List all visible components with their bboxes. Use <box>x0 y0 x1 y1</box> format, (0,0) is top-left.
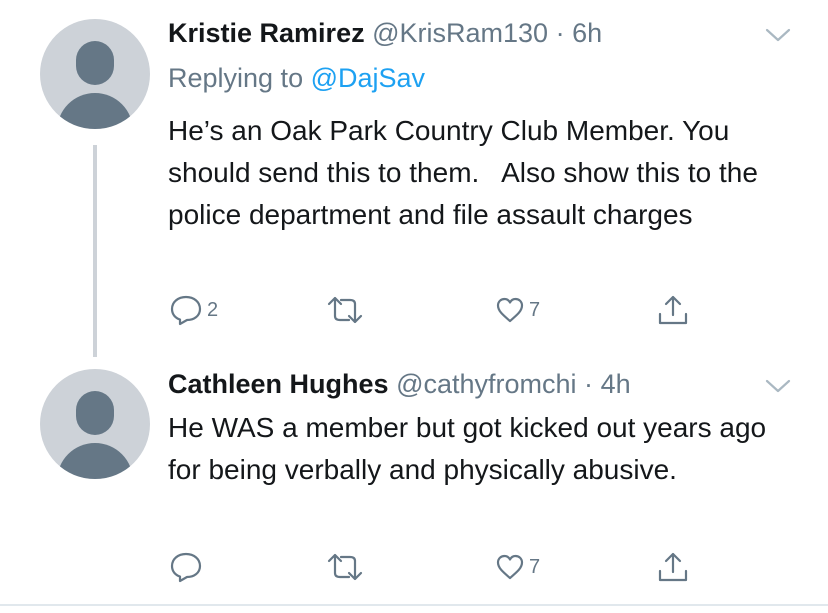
reply-button[interactable] <box>168 547 207 587</box>
retweet-button[interactable] <box>325 290 368 330</box>
heart-icon <box>496 554 524 580</box>
avatar[interactable] <box>40 369 150 479</box>
like-count: 7 <box>529 555 541 578</box>
tweet-header: Kristie Ramirez @KrisRam130 · 6h <box>168 17 602 49</box>
tweet[interactable]: Kristie Ramirez @KrisRam130 · 6h Replyin… <box>0 0 828 357</box>
like-button[interactable]: 7 <box>494 547 540 587</box>
like-count: 7 <box>529 298 541 321</box>
reply-icon <box>170 295 202 326</box>
timestamp[interactable]: 4h <box>601 369 631 399</box>
avatar-head-shape <box>76 391 114 435</box>
replying-to: Replying to @DajSav <box>168 62 425 94</box>
chevron-down-icon[interactable] <box>764 377 792 395</box>
heart-icon <box>496 297 524 323</box>
share-button[interactable] <box>655 290 691 330</box>
reply-icon <box>170 552 202 583</box>
display-name[interactable]: Kristie Ramirez <box>168 18 365 48</box>
share-button[interactable] <box>655 547 691 587</box>
share-icon <box>658 552 688 582</box>
divider <box>0 604 828 606</box>
timestamp[interactable]: 6h <box>572 18 602 48</box>
reply-count: 2 <box>207 298 219 321</box>
user-handle[interactable]: @KrisRam130 <box>372 18 548 48</box>
tweet-header: Cathleen Hughes @cathyfromchi · 4h <box>168 368 631 400</box>
tweet-text: He’s an Oak Park Country Club Member. Yo… <box>168 115 766 230</box>
retweet-icon <box>327 296 363 324</box>
separator: · <box>555 18 565 48</box>
like-button[interactable]: 7 <box>494 290 540 330</box>
avatar-head-shape <box>76 41 114 85</box>
replying-to-mention[interactable]: @DajSav <box>311 63 425 93</box>
avatar-body-shape <box>57 443 133 479</box>
tweet[interactable]: Cathleen Hughes @cathyfromchi · 4h He WA… <box>0 355 828 605</box>
retweet-icon <box>327 553 363 581</box>
chevron-down-icon[interactable] <box>764 26 792 44</box>
avatar[interactable] <box>40 19 150 129</box>
replying-to-label: Replying to <box>168 63 304 93</box>
reply-button[interactable]: 2 <box>168 290 218 330</box>
separator: · <box>584 369 594 399</box>
avatar-body-shape <box>57 93 133 129</box>
share-icon <box>658 295 688 325</box>
tweet-actions: 7 <box>0 547 828 587</box>
retweet-button[interactable] <box>325 547 368 587</box>
tweet-actions: 2 7 <box>0 290 828 330</box>
tweet-text: He WAS a member but got kicked out years… <box>168 412 782 485</box>
display-name[interactable]: Cathleen Hughes <box>168 369 389 399</box>
user-handle[interactable]: @cathyfromchi <box>396 369 576 399</box>
